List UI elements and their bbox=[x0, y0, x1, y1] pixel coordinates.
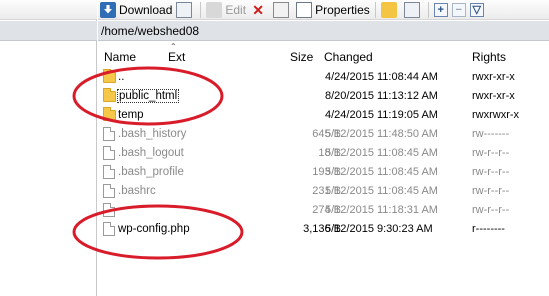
filter-icon[interactable]: ▽ bbox=[469, 2, 484, 17]
file-rights: rw-r--r-- bbox=[472, 147, 510, 159]
left-toolbar bbox=[0, 0, 97, 20]
file-name: .. bbox=[118, 71, 125, 83]
file-name: .bash_history bbox=[118, 128, 187, 140]
edit-icon bbox=[206, 1, 223, 18]
rename-button[interactable] bbox=[271, 1, 294, 19]
left-file-panel bbox=[0, 0, 97, 296]
file-name: .bashrc bbox=[118, 185, 156, 197]
file-row[interactable]: .bash_history 645 B 5/12/2015 11:48:50 A… bbox=[98, 125, 549, 144]
file-changed: 4/24/2015 11:19:05 AM bbox=[325, 109, 438, 121]
new-folder-button[interactable] bbox=[379, 1, 402, 19]
column-headers: Name ⌃ Ext Size Changed Rights bbox=[98, 42, 549, 68]
toolbar-separator bbox=[200, 1, 202, 18]
file-changed: 8/20/2015 11:13:12 AM bbox=[325, 90, 438, 102]
file-rights: rw------- bbox=[472, 128, 510, 140]
download-label: Download bbox=[119, 2, 173, 17]
file-changed: 5/12/2015 11:18:31 AM bbox=[325, 204, 438, 216]
parent-folder-icon bbox=[103, 69, 116, 83]
column-header-rights[interactable]: Rights bbox=[472, 50, 506, 64]
deselect-minus-icon[interactable]: − bbox=[451, 2, 466, 17]
download-options-icon bbox=[176, 1, 193, 18]
file-name: .bash_logout bbox=[118, 147, 184, 159]
file-changed: 4/24/2015 11:08:44 AM bbox=[325, 71, 438, 83]
file-row[interactable]: 274 B 5/12/2015 11:18:31 AM rw-r--r-- bbox=[98, 201, 549, 220]
toolbar-separator bbox=[374, 1, 376, 18]
file-rights: rw-r--r-- bbox=[472, 185, 510, 197]
file-row[interactable]: .bash_logout 18 B 5/12/2015 11:08:45 AM … bbox=[98, 144, 549, 163]
file-icon bbox=[103, 184, 115, 198]
file-changed: 5/12/2015 11:48:50 AM bbox=[325, 128, 438, 140]
toolbar-separator bbox=[427, 1, 429, 18]
file-name: temp bbox=[118, 109, 144, 121]
file-name: .bash_profile bbox=[118, 166, 184, 178]
new-file-button[interactable] bbox=[402, 1, 425, 19]
properties-icon bbox=[296, 1, 313, 18]
select-plus-icon[interactable]: + bbox=[433, 2, 448, 17]
column-header-changed[interactable]: Changed bbox=[324, 50, 373, 64]
current-path: /home/webshed08 bbox=[101, 24, 200, 38]
file-rights: rwxrwxr-x bbox=[472, 109, 520, 121]
properties-button[interactable]: Properties bbox=[294, 1, 372, 19]
file-row[interactable]: public_html 8/20/2015 11:13:12 AM rwxr-x… bbox=[98, 87, 549, 106]
edit-label: Edit bbox=[225, 2, 247, 17]
delete-icon: ✕ bbox=[252, 1, 264, 18]
column-header-name[interactable]: Name bbox=[104, 50, 136, 64]
file-row[interactable]: .bashrc 231 B 5/12/2015 11:08:45 AM rw-r… bbox=[98, 182, 549, 201]
remote-path-bar[interactable]: /home/webshed08 bbox=[98, 21, 549, 41]
file-changed: 5/12/2015 11:08:45 AM bbox=[325, 166, 438, 178]
file-rights: rwxr-xr-x bbox=[472, 90, 515, 102]
file-icon bbox=[103, 146, 115, 160]
new-folder-icon bbox=[380, 1, 397, 18]
rename-icon bbox=[273, 1, 290, 18]
new-file-icon bbox=[403, 1, 420, 18]
column-header-ext[interactable]: Ext bbox=[168, 50, 185, 64]
file-changed: 5/12/2015 11:08:45 AM bbox=[325, 147, 438, 159]
file-rights: r-------- bbox=[472, 223, 505, 235]
file-row[interactable]: .bash_profile 193 B 5/12/2015 11:08:45 A… bbox=[98, 163, 549, 182]
file-row[interactable]: .. 4/24/2015 11:08:44 AM rwxr-xr-x bbox=[98, 68, 549, 87]
folder-icon bbox=[103, 107, 116, 121]
folder-icon bbox=[103, 88, 116, 102]
file-icon bbox=[103, 222, 115, 236]
properties-label: Properties bbox=[315, 2, 370, 17]
file-icon bbox=[103, 165, 115, 179]
file-icon bbox=[103, 203, 115, 217]
file-rights: rwxr-xr-x bbox=[472, 71, 515, 83]
column-header-size[interactable]: Size bbox=[290, 50, 313, 64]
file-rights: rw-r--r-- bbox=[472, 166, 510, 178]
file-rights: rw-r--r-- bbox=[472, 204, 510, 216]
file-name: public_html bbox=[116, 89, 180, 103]
download-button[interactable]: Download bbox=[98, 1, 174, 19]
file-icon bbox=[103, 127, 115, 141]
download-icon bbox=[100, 1, 116, 18]
remote-toolbar: Download Edit ✕ Properties + − ▽ bbox=[98, 0, 549, 20]
file-changed: 5/12/2015 11:08:45 AM bbox=[325, 185, 438, 197]
left-path-bar bbox=[0, 21, 97, 41]
file-name: wp-config.php bbox=[118, 223, 190, 235]
file-row[interactable]: temp 4/24/2015 11:19:05 AM rwxrwxr-x bbox=[98, 106, 549, 125]
file-row[interactable]: wp-config.php 3,136 B 5/12/2015 9:30:23 … bbox=[98, 220, 549, 239]
download-options-button[interactable] bbox=[174, 1, 197, 19]
delete-button[interactable]: ✕ bbox=[248, 1, 271, 19]
file-changed: 5/12/2015 9:30:23 AM bbox=[325, 223, 433, 235]
edit-button[interactable]: Edit bbox=[204, 1, 248, 19]
